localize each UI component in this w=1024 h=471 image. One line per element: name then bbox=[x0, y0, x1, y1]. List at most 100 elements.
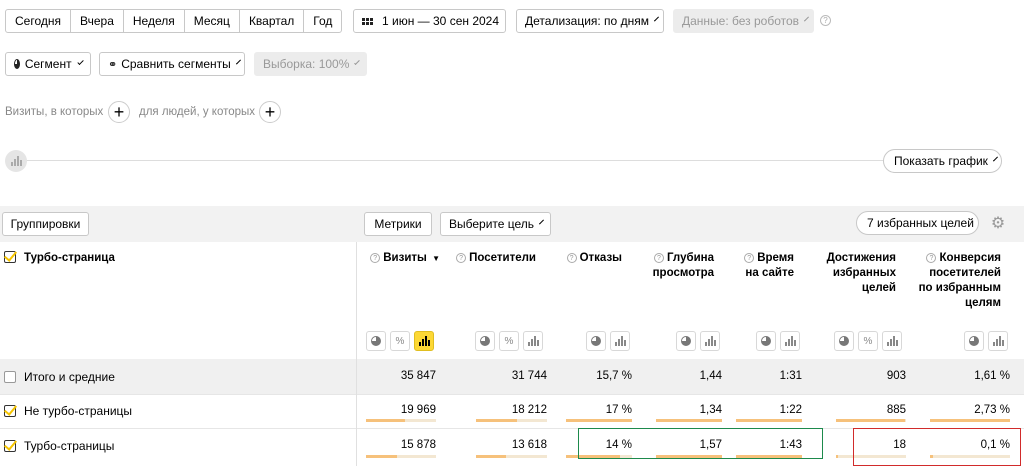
segment-dropdown[interactable]: Сегмент bbox=[5, 52, 91, 76]
period-quarter-button[interactable]: Квартал bbox=[240, 10, 305, 32]
calendar-icon bbox=[362, 17, 373, 25]
segment-label: Сегмент bbox=[24, 57, 72, 71]
period-today-button[interactable]: Сегодня bbox=[6, 10, 71, 32]
chevron-down-icon bbox=[804, 16, 810, 22]
choose-goal-dropdown[interactable]: Выберите цель bbox=[440, 212, 551, 236]
percent-view-button[interactable]: % bbox=[390, 331, 410, 351]
cell-visitors: 31 744 bbox=[511, 370, 547, 382]
pie-icon bbox=[591, 336, 601, 346]
groupings-button[interactable]: Группировки bbox=[2, 212, 89, 236]
gear-icon[interactable]: ⚙ bbox=[990, 216, 1006, 232]
cell-bar-fill bbox=[476, 455, 506, 458]
dimension-header-checkbox[interactable] bbox=[4, 251, 16, 263]
bar-view-button[interactable] bbox=[523, 331, 543, 351]
sample-dropdown[interactable]: Выборка: 100% bbox=[254, 52, 367, 76]
favorite-goals-label: 7 избранных целей bbox=[867, 216, 974, 230]
plus-icon: + bbox=[264, 102, 276, 122]
pie-icon bbox=[371, 336, 381, 346]
bar-view-button[interactable] bbox=[988, 331, 1008, 351]
row-checkbox[interactable] bbox=[4, 405, 16, 417]
add-visit-condition-button[interactable]: + bbox=[108, 101, 130, 123]
percent-icon: % bbox=[863, 335, 873, 347]
bar-chart-icon bbox=[614, 336, 626, 346]
column-header-depth[interactable]: ? Глубина просмотра bbox=[640, 251, 714, 281]
chart-slider-track bbox=[26, 160, 886, 161]
bar-view-button[interactable] bbox=[780, 331, 800, 351]
cell-bar-fill bbox=[566, 419, 632, 422]
bar-view-button[interactable] bbox=[700, 331, 720, 351]
cell-bar-fill bbox=[656, 419, 722, 422]
chevron-down-icon bbox=[539, 219, 545, 225]
pie-icon bbox=[761, 336, 771, 346]
period-month-button[interactable]: Месяц bbox=[185, 10, 240, 32]
pie-icon bbox=[969, 336, 979, 346]
cell-bounces: 15,7 % bbox=[596, 370, 632, 382]
row-checkbox[interactable] bbox=[4, 440, 16, 452]
chevron-down-icon bbox=[354, 59, 360, 65]
column-header-goal-achievements[interactable]: Достижения избранных целей bbox=[818, 251, 896, 296]
bar-view-button[interactable] bbox=[414, 331, 434, 351]
cell-bar-fill bbox=[366, 419, 405, 422]
detail-dropdown[interactable]: Детализация: по дням bbox=[516, 9, 664, 33]
pie-view-button[interactable] bbox=[964, 331, 984, 351]
help-icon[interactable]: ? bbox=[926, 253, 937, 263]
compare-icon: ⚭ bbox=[108, 58, 118, 71]
column-header-time[interactable]: ? Время на сайте bbox=[730, 251, 794, 281]
bar-chart-icon bbox=[527, 336, 539, 346]
period-week-button[interactable]: Неделя bbox=[124, 10, 185, 32]
date-range-picker[interactable]: 1 июн — 30 сен 2024 bbox=[353, 9, 506, 33]
cell-goal-conversion: 2,73 % bbox=[974, 404, 1010, 416]
metrics-button[interactable]: Метрики bbox=[364, 212, 432, 236]
percent-icon: % bbox=[395, 335, 405, 347]
show-chart-button[interactable]: Показать график bbox=[883, 149, 1002, 173]
pie-view-button[interactable] bbox=[366, 331, 386, 351]
bar-view-button[interactable] bbox=[882, 331, 902, 351]
help-icon[interactable]: ? bbox=[370, 253, 381, 263]
bar-view-button[interactable] bbox=[610, 331, 630, 351]
row-checkbox[interactable] bbox=[4, 371, 16, 383]
cell-time: 1:31 bbox=[779, 370, 802, 382]
pie-icon bbox=[839, 336, 849, 346]
chevron-down-icon bbox=[992, 156, 998, 162]
detail-label: Детализация: по дням bbox=[525, 14, 649, 28]
pie-view-button[interactable] bbox=[834, 331, 854, 351]
percent-view-button[interactable]: % bbox=[499, 331, 519, 351]
compare-segments-dropdown[interactable]: ⚭ Сравнить сегменты bbox=[99, 52, 245, 76]
pie-icon bbox=[14, 59, 20, 69]
column-header-visits[interactable]: ? Визиты ▼ bbox=[366, 251, 440, 266]
column-header-goal-conversion[interactable]: ? Конверсия посетителей по избранным целя… bbox=[918, 251, 1001, 311]
period-yesterday-button[interactable]: Вчера bbox=[71, 10, 124, 32]
chart-slider-handle[interactable] bbox=[5, 150, 27, 172]
column-divider bbox=[356, 242, 357, 466]
row-label: Не турбо-страницы bbox=[24, 404, 133, 418]
help-icon[interactable]: ? bbox=[456, 253, 467, 263]
row-divider bbox=[0, 394, 1024, 395]
column-header-bounces[interactable]: ? Отказы bbox=[550, 251, 622, 266]
help-icon[interactable]: ? bbox=[744, 253, 755, 263]
data-filter-label: Данные: без роботов bbox=[682, 14, 800, 28]
pie-view-button[interactable] bbox=[756, 331, 776, 351]
cell-bounces: 17 % bbox=[605, 404, 632, 416]
period-year-button[interactable]: Год bbox=[304, 10, 341, 32]
pie-view-button[interactable] bbox=[586, 331, 606, 351]
sample-label: Выборка: 100% bbox=[263, 57, 350, 71]
row-label: Итого и средние bbox=[24, 370, 115, 384]
chevron-down-icon bbox=[235, 59, 241, 65]
compare-label: Сравнить сегменты bbox=[121, 57, 231, 71]
pie-view-button[interactable] bbox=[475, 331, 495, 351]
data-filter-dropdown[interactable]: Данные: без роботов bbox=[673, 9, 814, 33]
cell-bar-fill bbox=[736, 419, 802, 422]
percent-view-button[interactable]: % bbox=[858, 331, 878, 351]
help-icon[interactable]: ? bbox=[653, 253, 664, 263]
cell-visits: 15 878 bbox=[400, 439, 436, 451]
add-people-condition-button[interactable]: + bbox=[259, 101, 281, 123]
row-label: Турбо-страницы bbox=[24, 439, 115, 453]
pie-view-button[interactable] bbox=[676, 331, 696, 351]
cell-depth: 1,44 bbox=[699, 370, 722, 382]
column-header-visitors[interactable]: ? Посетители bbox=[446, 251, 536, 266]
favorite-goals-button[interactable]: 7 избранных целей bbox=[856, 211, 979, 235]
bar-chart-icon bbox=[704, 336, 716, 346]
chevron-down-icon bbox=[653, 16, 659, 22]
help-icon[interactable]: ? bbox=[820, 15, 831, 26]
help-icon[interactable]: ? bbox=[566, 253, 577, 263]
